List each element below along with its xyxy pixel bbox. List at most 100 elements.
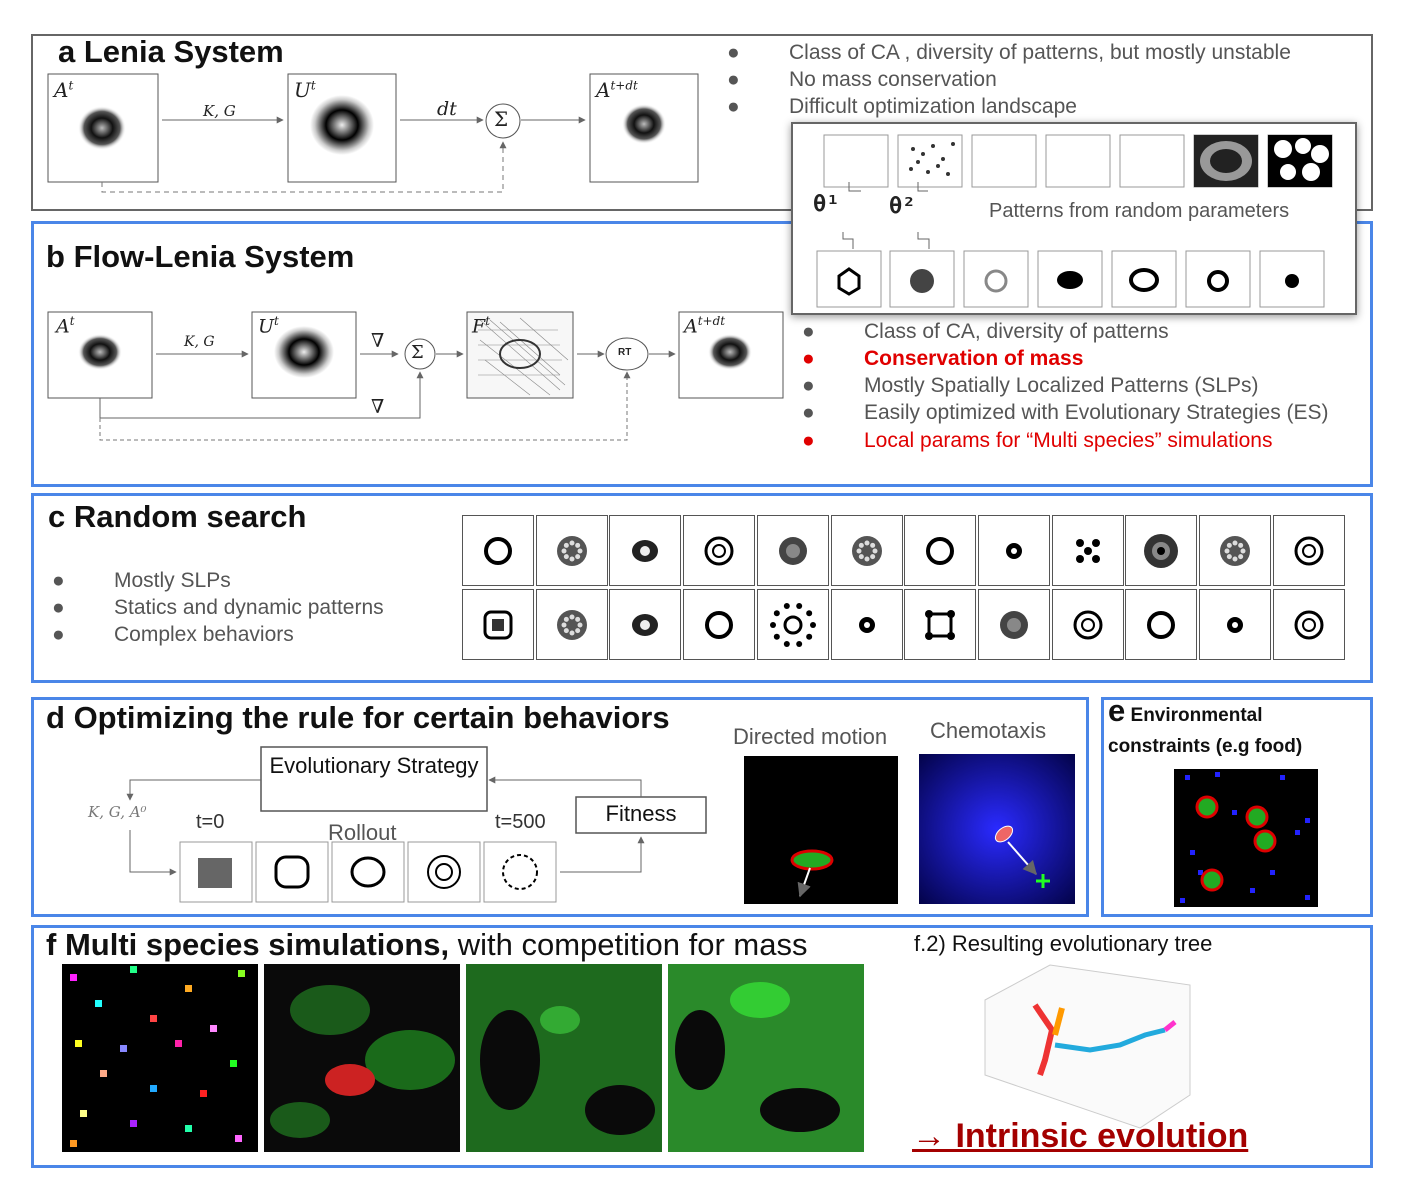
pattern-thumbnail [1147,611,1176,639]
pattern-mark [783,641,790,648]
panel-d-title: d Optimizing the rule for certain behavi… [46,700,670,736]
pattern-mark [1301,618,1316,632]
panel-b-nabla-bottom: ∇ [371,396,385,418]
pattern-thumbnail [704,536,734,566]
panel-a-node-u: Ut [294,78,316,102]
pattern-mark [869,542,875,548]
pattern-mark [1075,539,1084,547]
pattern-mark [574,628,580,634]
pattern-tile [904,589,977,660]
pattern-mark [1006,618,1021,632]
pattern-mark [574,554,580,560]
pattern-mark [947,632,956,640]
pattern-mark [1091,555,1100,563]
pattern-mark [1226,554,1232,560]
pattern-tile [1272,515,1345,586]
pattern-tile [756,589,829,660]
pattern-mark [785,544,800,558]
pattern-mark [492,619,504,631]
pattern-mark [773,633,780,640]
pattern-mark [569,614,575,620]
pattern-thumbnail [556,610,587,640]
pattern-mark [640,620,651,630]
pattern-mark [858,554,864,560]
panel-c-label: c [48,499,66,534]
panel-a-sum: Σ [494,107,509,131]
pattern-tile [830,589,903,660]
panel-f-simulation-frames [62,964,864,1152]
pattern-mark [1080,618,1095,632]
panel-a-title-text: Lenia System [83,34,284,69]
rollout-label: Rollout [328,820,397,845]
pattern-mark [705,611,734,639]
panel-a-edge-kg: K, G [203,102,236,120]
panel-f-title-rest: with competition for mass [449,927,808,962]
panel-e-label: e [1108,693,1126,728]
pattern-mark [872,548,877,554]
pattern-thumbnail [556,536,587,566]
pattern-mark [1010,548,1017,554]
panel-a-bullet-1: ● Class of CA , diversity of patterns, bu… [727,41,1291,64]
theta-2-label: θ² [889,194,916,219]
panel-a-label: a [58,34,76,69]
evolutionary-tree-plot [984,964,1191,1129]
pattern-thumbnail [769,602,816,648]
pattern-tile [609,589,682,660]
panel-b-diagram [47,311,784,441]
pattern-mark [1226,542,1232,548]
pattern-thumbnail [858,617,875,633]
pattern-thumbnail [1227,617,1243,633]
panel-e-title: e Environmental constraints (e.g food) [1108,695,1368,762]
pattern-thumbnail [926,537,955,565]
pattern-mark [574,616,580,622]
pattern-mark [1232,556,1238,562]
pattern-thumbnail [1294,610,1324,640]
pattern-tile [1199,515,1271,586]
panel-b-bullet-3: ● Mostly Spatially Localized Patterns (SL… [802,374,1259,397]
chemotaxis-label: Chemotaxis [930,718,1047,743]
panel-d-label: d [46,700,65,735]
pattern-mark [864,556,869,562]
panel-b-rt: RT [618,347,632,358]
pattern-tile [1199,589,1271,660]
panel-f-title-text: Multi species simulations, [64,927,450,962]
pattern-thumbnail [1075,539,1100,563]
tree-caption: f.2) Resulting evolutionary tree [914,931,1213,956]
pattern-mark [856,548,861,554]
panel-b-edge-kg: K, G [184,334,215,350]
pattern-mark [563,616,569,622]
pattern-tile [535,515,608,586]
pattern-thumbnail [484,537,512,565]
pattern-thumbnail [632,540,659,562]
pattern-thumbnail [1073,610,1103,640]
pattern-tile [1272,589,1345,660]
panel-b-node-a: At [56,314,75,338]
pattern-mark [1238,542,1244,548]
theta-1-label: θ¹ [813,192,840,217]
pattern-thumbnail [705,611,734,639]
panel-f-label: f [46,927,57,962]
t500-label: t=500 [495,811,546,833]
pattern-tile [830,515,903,586]
pattern-mark [864,540,869,546]
pattern-thumbnail [1220,536,1250,566]
pattern-mark [640,546,651,556]
pattern-tile [462,589,534,660]
pattern-mark [769,622,776,628]
pattern-mark [869,554,875,560]
pattern-tile [1125,589,1198,660]
pattern-thumbnail [1144,534,1179,568]
panel-b-title: b Flow-Lenia System [46,239,354,275]
pattern-mark [561,622,567,628]
pattern-mark [561,548,567,554]
panel-b-nabla-top: ∇ [371,330,385,352]
pattern-mark [925,632,934,640]
pattern-tile [535,589,608,660]
panel-a-edge-dt: dt [437,98,457,120]
params-label: K, G, A⁰ [88,803,147,821]
panel-a-node-next: At+dt [596,78,638,102]
pattern-mark [773,610,780,617]
pattern-tile [1125,515,1198,586]
pattern-tile [609,515,682,586]
pattern-mark [563,554,569,560]
